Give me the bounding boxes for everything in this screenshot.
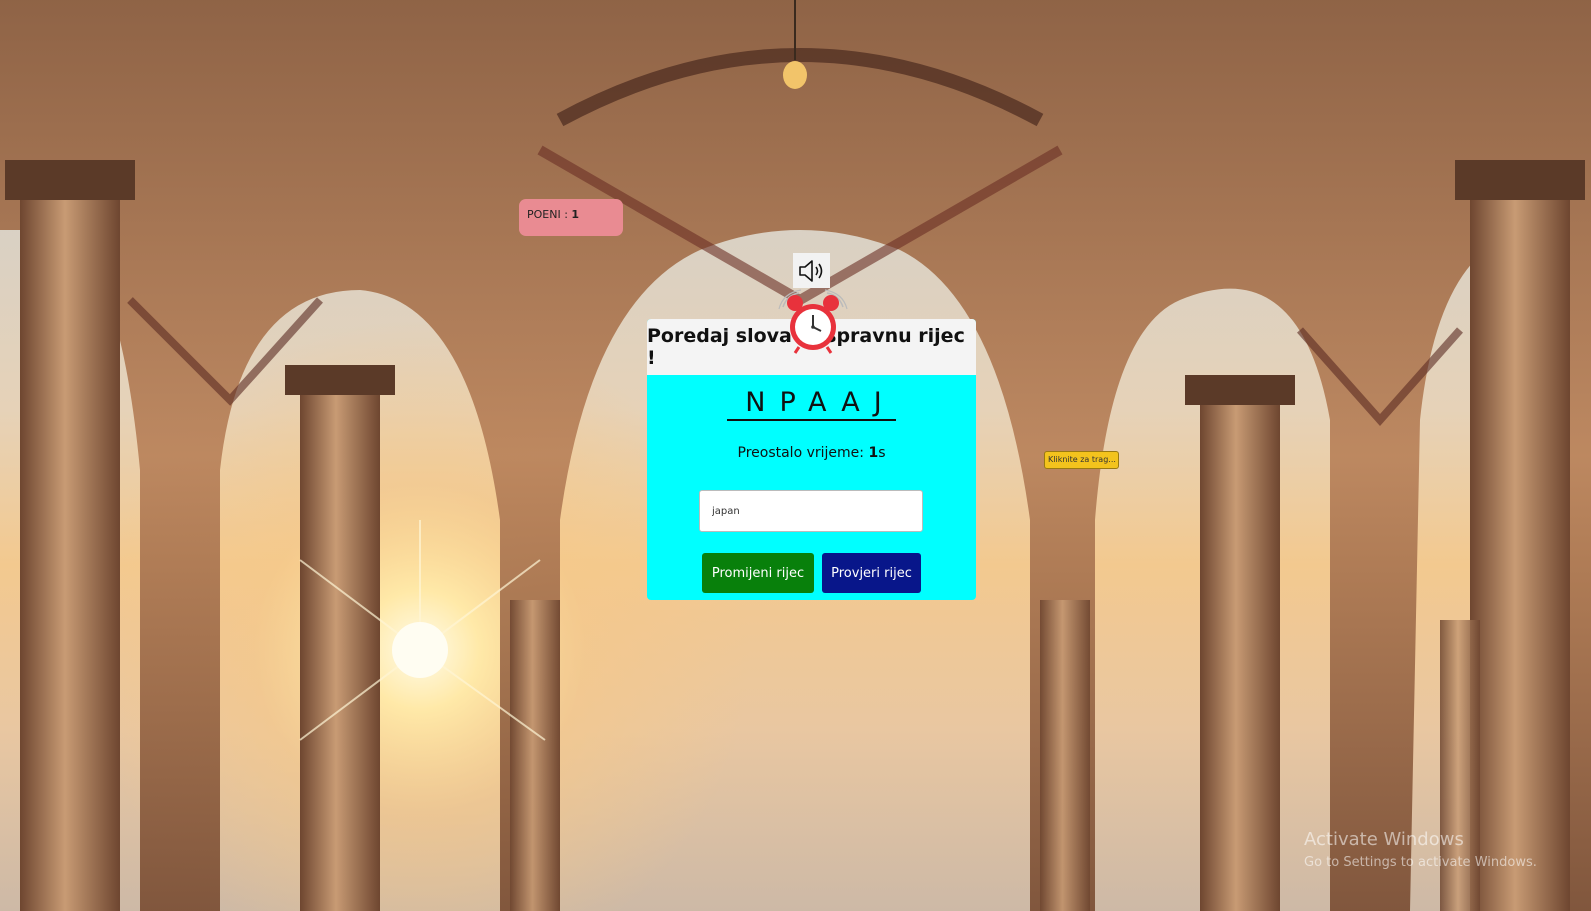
answer-input[interactable] [699,490,923,532]
scrambled-word-row: NPAAJ [647,387,976,421]
time-unit: s [878,445,886,461]
speaker-icon [798,259,822,282]
time-remaining: Preostalo vrijeme: 1s [647,445,976,461]
hint-button[interactable]: Kliknite za trag... [1044,451,1119,469]
check-word-button[interactable]: Provjeri rijec [822,553,921,593]
time-label: Preostalo vrijeme: [737,445,869,461]
scrambled-word: NPAAJ [727,387,896,421]
sound-toggle-button[interactable] [793,253,830,288]
time-value: 1 [868,445,879,461]
activate-windows-title: Activate Windows [1304,829,1464,850]
change-word-button[interactable]: Promijeni rijec [702,553,814,593]
points-badge: POENI : 1 [519,199,623,236]
word-game-card: Poredaj slova u ispravnu rijec ! NPAAJ P… [647,319,976,600]
points-label: POENI : [527,208,572,221]
alarm-clock-icon [778,289,848,354]
activate-windows-subtitle: Go to Settings to activate Windows. [1304,855,1537,870]
points-value: 1 [571,208,580,221]
